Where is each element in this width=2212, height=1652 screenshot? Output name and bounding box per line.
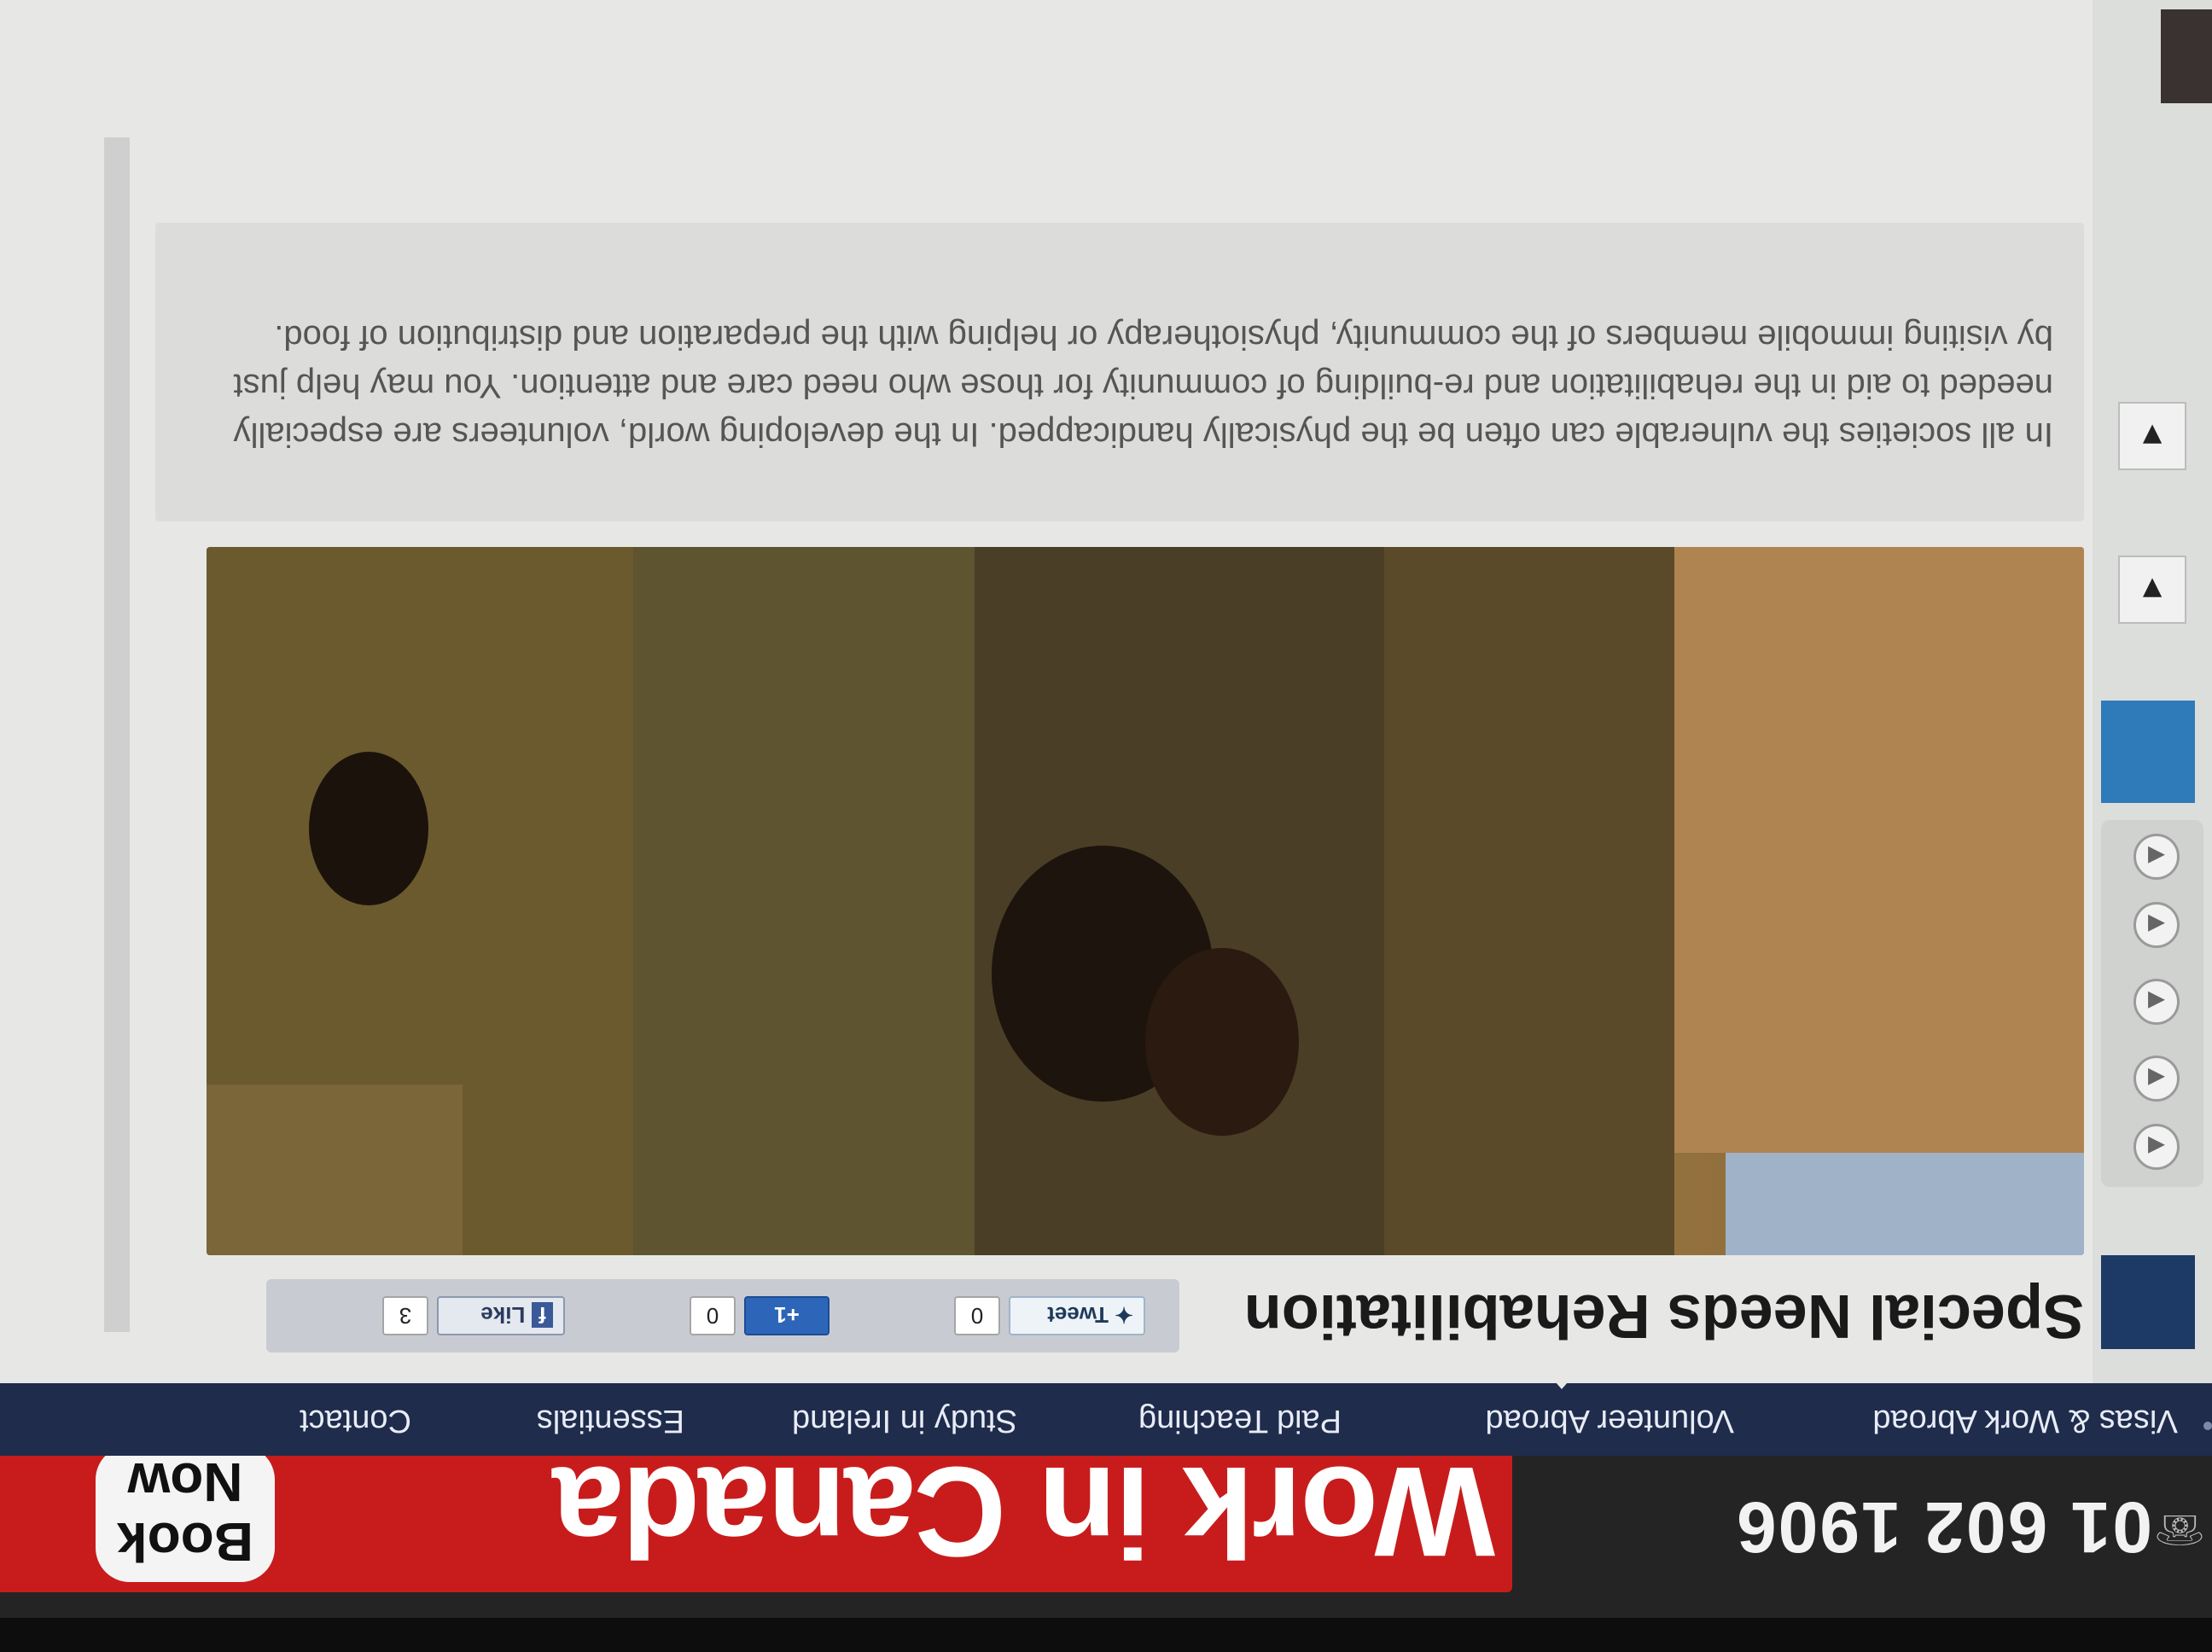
like-count: 3 — [382, 1296, 428, 1335]
tweet-count: 0 — [954, 1296, 1000, 1335]
sidebar: ◀ ◀ ◀ ◀ ◀ ▼ ▼ — [2093, 0, 2212, 1383]
tweet-label: Tweet — [1047, 1302, 1109, 1328]
scroll-down-arrow-icon[interactable]: ▼ — [2118, 556, 2186, 624]
plusone-count: 0 — [690, 1296, 736, 1335]
book-now-label-line1: Book — [117, 1511, 253, 1573]
nav-item-essentials[interactable]: Essentials — [537, 1402, 684, 1439]
scroll-down-arrow-icon-2[interactable]: ▼ — [2118, 402, 2186, 470]
facebook-icon: f — [532, 1302, 553, 1328]
article-description-box: In all societies the vulnerable can ofte… — [155, 223, 2084, 521]
like-button[interactable]: fLike — [437, 1296, 565, 1335]
share-bar: ✦ Tweet 0 +1 0 fLike 3 — [266, 1279, 1179, 1352]
slide-selector: ◀ ◀ ◀ ◀ ◀ — [2101, 820, 2203, 1187]
sidebar-header-bar — [2101, 1255, 2195, 1349]
promo-banner[interactable]: Work in Canada Book Now — [0, 1439, 1512, 1592]
article-description: In all societies the vulnerable can ofte… — [233, 318, 2053, 453]
nav-item-paid-teaching[interactable]: Paid Teaching — [1138, 1402, 1342, 1439]
phone-icon: ☏ — [2153, 1506, 2205, 1551]
sidebar-blue-panel — [2101, 701, 2195, 803]
slide-dot-3[interactable]: ◀ — [2133, 979, 2180, 1025]
nav-item-study-in-ireland[interactable]: Study in Ireland — [792, 1402, 1017, 1439]
page-corner-element — [2161, 9, 2212, 103]
page-body: ◀ ◀ ◀ ◀ ◀ ▼ ▼ Special Needs Rehabilitati… — [0, 0, 2212, 1383]
slide-dot-1[interactable]: ◀ — [2133, 1124, 2180, 1170]
slide-dot-5[interactable]: ◀ — [2133, 834, 2180, 880]
main-nav: Visas & Work Abroad Volunteer Abroad Pai… — [0, 1376, 2212, 1456]
nav-item-volunteer-abroad[interactable]: Volunteer Abroad — [1485, 1402, 1734, 1439]
tweet-button[interactable]: ✦ Tweet — [1009, 1296, 1145, 1335]
monitor-screen: ☏ 01 602 1906 Work in Canada Book Now Vi… — [0, 0, 2212, 1652]
nav-item-visas-work-abroad[interactable]: Visas & Work Abroad — [1872, 1402, 2178, 1439]
nav-item-contact[interactable]: Contact — [300, 1402, 411, 1439]
plusone-button[interactable]: +1 — [744, 1296, 830, 1335]
article-header: Special Needs Rehabilitation ✦ Tweet 0 +… — [164, 1265, 2084, 1359]
slide-dot-4[interactable]: ◀ — [2133, 902, 2180, 948]
article-content: Special Needs Rehabilitation ✦ Tweet 0 +… — [121, 0, 2084, 1383]
nav-dot — [2203, 1422, 2212, 1430]
page-title: Special Needs Rehabilitation — [1243, 1282, 2084, 1350]
site-header: ☏ 01 602 1906 Work in Canada Book Now — [0, 1439, 2212, 1618]
article-photo — [207, 547, 2084, 1255]
book-now-label-line2: Now — [127, 1451, 243, 1513]
slide-dot-2[interactable]: ◀ — [2133, 1056, 2180, 1102]
like-label: Like — [480, 1302, 526, 1328]
page-scrollbar[interactable] — [104, 137, 130, 1332]
photo-illustration — [207, 547, 2084, 1255]
banner-title: Work in Canada — [554, 1440, 1495, 1584]
book-now-button[interactable]: Book Now — [96, 1446, 275, 1582]
phone-number: 01 602 1906 — [1734, 1487, 2152, 1568]
